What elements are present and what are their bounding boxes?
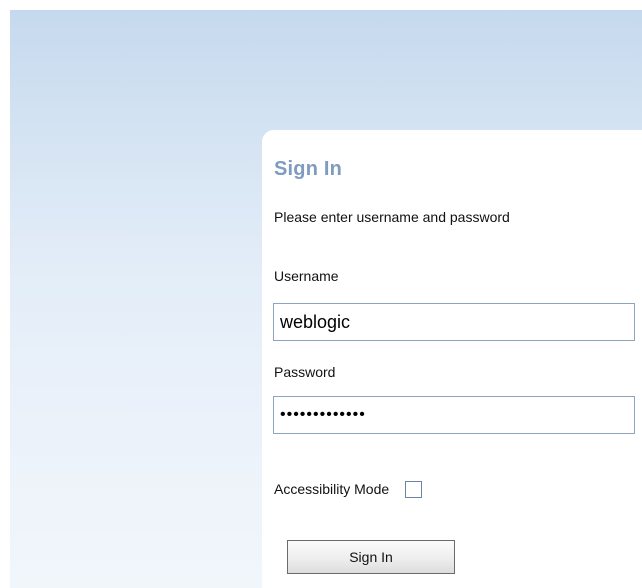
username-label: Username xyxy=(274,268,339,284)
sign-in-button[interactable]: Sign In xyxy=(287,540,455,574)
password-label: Password xyxy=(274,364,336,380)
sign-in-panel: Sign In Please enter username and passwo… xyxy=(262,130,642,588)
accessibility-mode-label: Accessibility Mode xyxy=(274,481,390,497)
instructions-text: Please enter username and password xyxy=(274,209,510,225)
password-input[interactable] xyxy=(273,396,635,434)
page-title: Sign In xyxy=(274,158,343,180)
username-input[interactable] xyxy=(273,303,635,341)
accessibility-mode-checkbox[interactable] xyxy=(405,481,422,498)
